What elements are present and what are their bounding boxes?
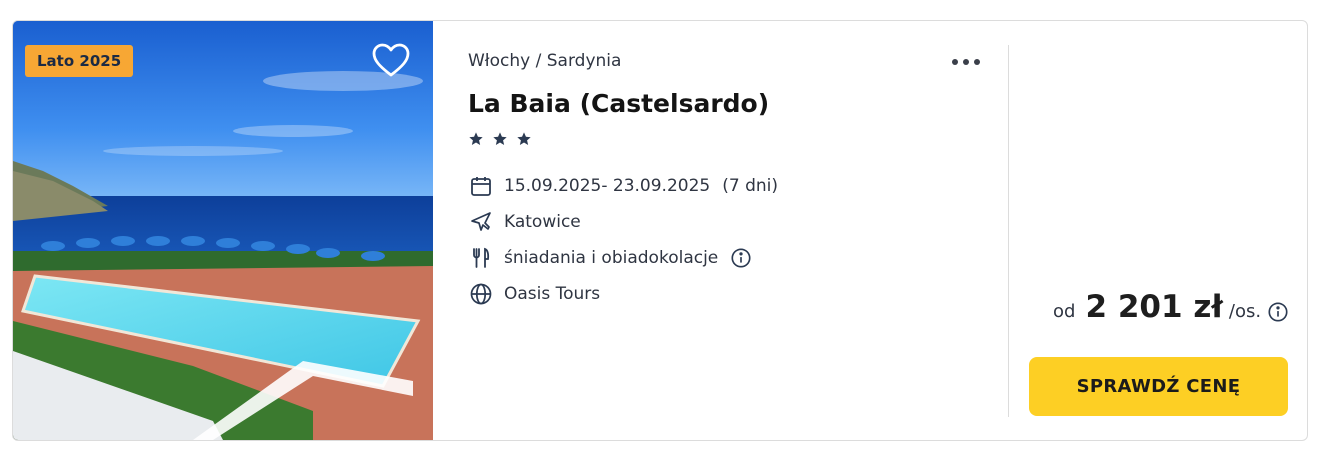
price-prefix: od [1053, 301, 1076, 322]
star-icon [493, 132, 507, 145]
hotel-photo-illustration [13, 21, 433, 440]
price-suffix: /os. [1228, 301, 1262, 322]
offer-details: Włochy / Sardynia La Baia (Castelsardo) … [468, 21, 1008, 440]
season-badge: Lato 2025 [25, 45, 134, 77]
cutlery-icon [468, 245, 494, 271]
plane-icon [468, 209, 494, 235]
departure-row: Katowice [468, 208, 581, 236]
offer-card[interactable]: Lato 2025 Włochy / Sardynia La Baia (Cas… [12, 20, 1308, 441]
hotel-name[interactable]: La Baia (Castelsardo) [468, 89, 769, 118]
calendar-icon [468, 173, 494, 199]
region-breadcrumb[interactable]: Włochy / Sardynia [468, 51, 621, 71]
info-icon[interactable] [730, 247, 752, 269]
info-icon[interactable] [1267, 301, 1289, 323]
board-type: śniadania i obiadokolacje [504, 248, 719, 268]
dates-row: 15.09.2025- 23.09.2025 (7 dni) [468, 172, 778, 200]
tour-operator: Oasis Tours [504, 284, 601, 304]
globe-icon [468, 281, 494, 307]
hotel-rating-stars [468, 131, 535, 153]
trip-duration: (7 dni) [722, 176, 778, 196]
operator-row: Oasis Tours [468, 280, 600, 308]
star-icon [517, 132, 531, 145]
hotel-photo[interactable]: Lato 2025 [13, 21, 433, 440]
more-dots-icon[interactable] [948, 49, 988, 73]
board-row: śniadania i obiadokolacje [468, 244, 752, 272]
check-price-button[interactable]: SPRAWDŹ CENĘ [1029, 357, 1288, 416]
travel-dates: 15.09.2025- 23.09.2025 [504, 176, 711, 196]
star-icon [469, 132, 483, 145]
departure-city: Katowice [504, 212, 581, 232]
divider [1008, 45, 1009, 417]
price-value: 2 201 zł [1085, 289, 1223, 325]
heart-icon[interactable] [371, 41, 411, 81]
price-block: od 2 201 zł /os. [1053, 289, 1261, 329]
